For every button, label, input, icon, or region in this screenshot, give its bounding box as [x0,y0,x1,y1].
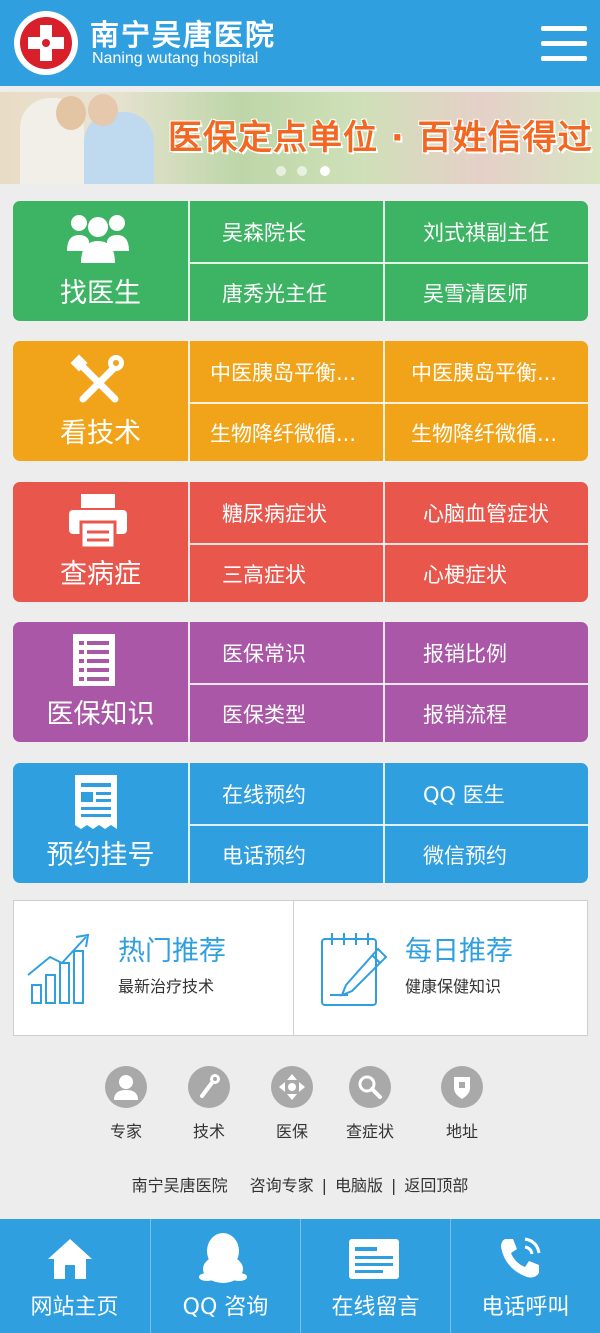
insurance-button[interactable]: 医保知识 [13,622,188,742]
consult-link[interactable]: 咨询专家 [250,1172,314,1196]
bar-chart-icon [27,933,90,1004]
doctor-link[interactable]: 刘式祺副主任 [385,201,588,262]
red-cross-logo-icon[interactable] [14,11,78,75]
section-appointment: 预约挂号 在线预约 QQ 医生 电话预约 微信预约 [13,763,588,883]
people-icon [67,215,129,263]
techniques-button[interactable]: 看技术 [13,341,188,461]
daily-recommend-subtitle: 健康保健知识 [405,977,502,996]
carousel-dot[interactable] [297,166,307,176]
symptoms-button[interactable]: 查病症 [13,482,188,602]
nav-home[interactable]: 网站主页 [0,1219,149,1333]
quick-link-insurance[interactable]: 医保 [262,1066,322,1142]
hospital-name: 南宁吴唐医院 [131,1176,228,1195]
desktop-version-link[interactable]: 电脑版 [335,1172,383,1196]
insurance-link[interactable]: 报销流程 [385,685,588,742]
footer-links: 南宁吴唐医院 咨询专家 | 电脑版 | 返回顶部 [0,1172,600,1196]
qq-penguin-icon [199,1233,247,1283]
doctor-link[interactable]: 吴森院长 [190,201,383,262]
hot-recommend-subtitle: 最新治疗技术 [118,977,215,996]
site-subtitle: Naning wutang hospital [92,50,259,67]
appointment-link[interactable]: 电话预约 [190,826,383,883]
recommend-panel: 热门推荐 最新治疗技术 每日推荐 健康保健知识 [13,900,588,1036]
appointment-button[interactable]: 预约挂号 [13,763,188,883]
hot-recommend-title: 热门推荐 [118,936,226,967]
site-title: 南宁吴唐医院 [90,18,277,52]
magnifier-icon [358,1075,382,1099]
printer-icon [69,494,127,550]
insurance-link[interactable]: 报销比例 [385,622,588,683]
wrench-icon [200,1074,220,1098]
quick-link-experts[interactable]: 专家 [96,1066,156,1142]
technique-link[interactable]: 中医胰岛平衡... [385,341,588,402]
section-symptoms: 查病症 糖尿病症状 心脑血管症状 三高症状 心梗症状 [13,482,588,602]
header: 南宁吴唐医院 Naning wutang hospital [0,0,600,86]
bottom-nav: 网站主页 QQ 咨询 在线留言 电话呼叫 [0,1219,600,1333]
symptom-link[interactable]: 三高症状 [190,545,383,602]
appointment-link[interactable]: 在线预约 [190,763,383,824]
symptoms-label: 查病症 [60,559,141,590]
technique-link[interactable]: 生物降纤微循... [385,404,588,461]
technique-link[interactable]: 生物降纤微循... [190,404,383,461]
tools-icon [70,354,124,403]
find-doctor-button[interactable]: 找医生 [13,201,188,321]
carousel-dot[interactable] [276,166,286,176]
quick-link-address[interactable]: 地址 [432,1066,492,1142]
notepad-pencil-icon [321,933,388,1006]
appointment-link[interactable]: QQ 医生 [385,763,588,824]
daily-recommend-title: 每日推荐 [405,936,513,967]
banner-slogan: 医保定点单位 · 百姓信得过 [168,118,593,158]
arrows-icon [279,1074,305,1100]
symptom-link[interactable]: 心脑血管症状 [385,482,588,543]
symptom-link[interactable]: 糖尿病症状 [190,482,383,543]
find-doctor-label: 找医生 [60,278,141,309]
home-icon [48,1239,92,1279]
nav-qq-consult[interactable]: QQ 咨询 [151,1219,300,1333]
document-list-icon [73,634,115,686]
insurance-link[interactable]: 医保类型 [190,685,383,742]
doctor-link[interactable]: 吴雪清医师 [385,264,588,321]
message-board-icon [349,1239,399,1279]
back-to-top-link[interactable]: 返回顶部 [404,1172,468,1196]
technique-link[interactable]: 中医胰岛平衡... [190,341,383,402]
quick-link-symptoms[interactable]: 查症状 [340,1066,400,1142]
receipt-icon [75,775,117,829]
phone-icon [501,1237,541,1278]
hamburger-menu-icon[interactable] [541,24,587,64]
nav-phone-call[interactable]: 电话呼叫 [451,1219,600,1333]
daily-recommend-card[interactable]: 每日推荐 健康保健知识 [294,901,588,1035]
quick-link-technique[interactable]: 技术 [179,1066,239,1142]
carousel-dot[interactable] [320,166,330,176]
symptom-link[interactable]: 心梗症状 [385,545,588,602]
techniques-label: 看技术 [60,418,141,449]
appointment-label: 预约挂号 [46,840,155,871]
insurance-link[interactable]: 医保常识 [190,622,383,683]
hot-recommend-card[interactable]: 热门推荐 最新治疗技术 [14,901,293,1035]
doctor-link[interactable]: 唐秀光主任 [190,264,383,321]
section-insurance: 医保知识 医保常识 报销比例 医保类型 报销流程 [13,622,588,742]
nav-online-message[interactable]: 在线留言 [301,1219,450,1333]
section-techniques: 看技术 中医胰岛平衡... 中医胰岛平衡... 生物降纤微循... 生物降纤微循… [13,341,588,461]
person-icon [114,1075,138,1100]
section-find-doctor: 找医生 吴森院长 刘式祺副主任 唐秀光主任 吴雪清医师 [13,201,588,321]
insurance-label: 医保知识 [46,699,155,730]
location-icon [454,1077,470,1099]
appointment-link[interactable]: 微信预约 [385,826,588,883]
